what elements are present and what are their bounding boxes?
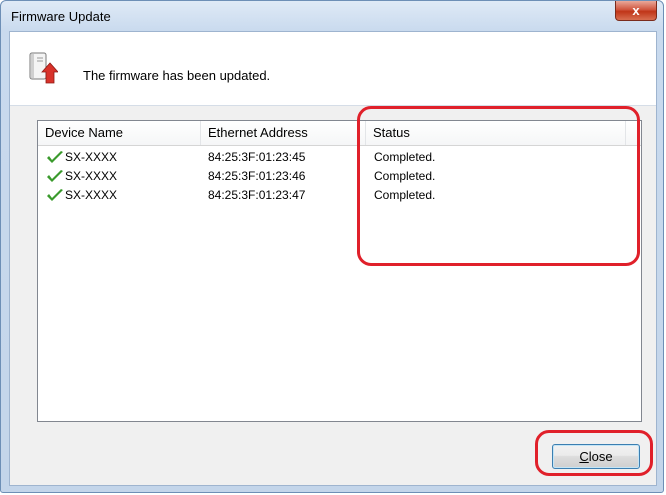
message-header: The firmware has been updated. bbox=[10, 32, 656, 106]
table-row[interactable]: SX-XXXX 84:25:3F:01:23:45 Completed. bbox=[38, 148, 641, 166]
close-icon: x bbox=[632, 3, 640, 18]
window-title: Firmware Update bbox=[11, 9, 111, 24]
status-value: Completed. bbox=[374, 150, 436, 164]
close-button[interactable]: Close bbox=[552, 444, 640, 469]
dialog-body: The firmware has been updated. Device Na… bbox=[9, 31, 657, 486]
status-value: Completed. bbox=[374, 169, 436, 183]
check-icon bbox=[47, 151, 63, 163]
column-header-ethernet-address[interactable]: Ethernet Address bbox=[201, 121, 366, 145]
ethernet-address: 84:25:3F:01:23:45 bbox=[208, 150, 306, 164]
device-name: SX-XXXX bbox=[65, 188, 118, 202]
ethernet-address: 84:25:3F:01:23:47 bbox=[208, 188, 306, 202]
check-icon bbox=[47, 189, 63, 201]
column-header-status[interactable]: Status bbox=[366, 121, 626, 145]
list-header: Device Name Ethernet Address Status bbox=[38, 121, 641, 146]
close-button-label: lose bbox=[588, 449, 613, 464]
title-bar: Firmware Update x bbox=[1, 1, 663, 31]
check-icon bbox=[47, 170, 63, 182]
firmware-update-icon bbox=[29, 52, 58, 84]
device-name: SX-XXXX bbox=[65, 169, 118, 183]
status-message: The firmware has been updated. bbox=[83, 68, 271, 83]
table-row[interactable]: SX-XXXX 84:25:3F:01:23:46 Completed. bbox=[38, 167, 641, 185]
status-value: Completed. bbox=[374, 188, 436, 202]
device-list[interactable]: Device Name Ethernet Address Status SX-X… bbox=[37, 120, 642, 422]
window-close-button[interactable]: x bbox=[615, 1, 657, 21]
table-row[interactable]: SX-XXXX 84:25:3F:01:23:47 Completed. bbox=[38, 186, 641, 204]
close-button-mnemonic: C bbox=[579, 449, 589, 464]
device-name: SX-XXXX bbox=[65, 150, 118, 164]
column-header-device-name[interactable]: Device Name bbox=[38, 121, 201, 145]
ethernet-address: 84:25:3F:01:23:46 bbox=[208, 169, 306, 183]
firmware-update-window: Firmware Update x The firmware has been … bbox=[0, 0, 664, 493]
